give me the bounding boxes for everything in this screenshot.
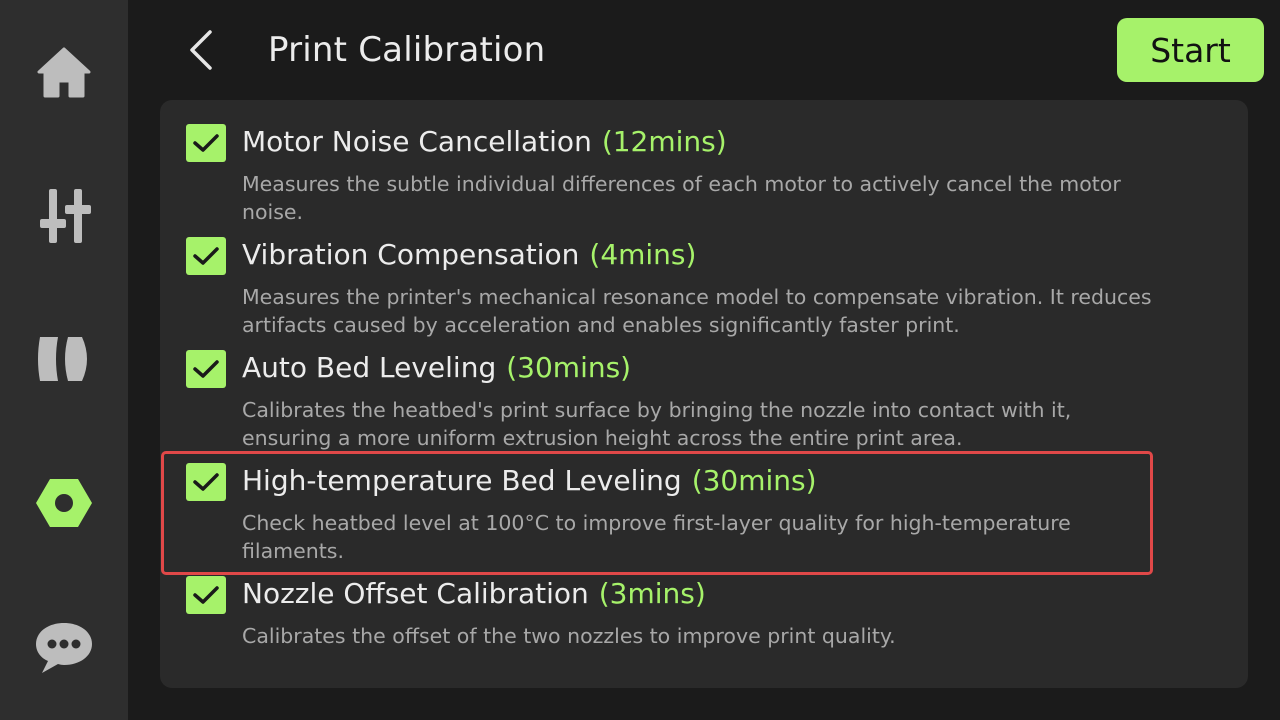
item-duration: (3mins) — [598, 577, 706, 610]
item-title: Auto Bed Leveling (30mins) — [242, 348, 631, 388]
sliders-icon — [40, 189, 91, 243]
start-button[interactable]: Start — [1117, 18, 1264, 82]
item-duration: (12mins) — [601, 125, 727, 158]
sidebar-item-filament[interactable] — [24, 319, 104, 399]
item-duration: (4mins) — [589, 238, 697, 271]
checkmark-icon — [193, 247, 219, 265]
checkbox[interactable] — [186, 350, 226, 388]
item-duration: (30mins) — [691, 464, 817, 497]
item-title: Nozzle Offset Calibration (3mins) — [242, 574, 706, 614]
checkmark-icon — [193, 134, 219, 152]
sidebar-item-messages[interactable] — [24, 607, 104, 687]
page-title: Print Calibration — [268, 30, 546, 70]
filament-spool-icon — [38, 337, 87, 381]
checkmark-icon — [193, 473, 219, 491]
chevron-left-icon — [190, 30, 212, 70]
item-title: Motor Noise Cancellation (12mins) — [242, 122, 727, 162]
hex-nut-icon — [36, 479, 92, 527]
checkbox[interactable] — [186, 237, 226, 275]
item-description: Calibrates the offset of the two nozzles… — [242, 624, 896, 648]
checkmark-icon — [193, 360, 219, 378]
item-name: Auto Bed Leveling — [242, 351, 497, 384]
item-name: High-temperature Bed Leveling — [242, 464, 682, 497]
item-name: Vibration Compensation — [242, 238, 580, 271]
printer-screen: Print Calibration Start Motor Noise Canc… — [0, 0, 1280, 720]
sidebar — [0, 0, 128, 720]
checkbox[interactable] — [186, 124, 226, 162]
home-icon — [37, 47, 91, 98]
back-button[interactable] — [176, 22, 226, 78]
sidebar-item-calibration[interactable] — [24, 463, 104, 543]
calibration-list: Motor Noise Cancellation (12mins) Measure… — [160, 100, 1248, 688]
item-title: Vibration Compensation (4mins) — [242, 235, 696, 275]
calibration-item-high-temp-bed-leveling[interactable]: High-temperature Bed Leveling (30mins) Ch… — [160, 439, 1248, 563]
item-duration: (30mins) — [506, 351, 632, 384]
sidebar-item-home[interactable] — [24, 32, 104, 112]
calibration-item-motor-noise[interactable]: Motor Noise Cancellation (12mins) Measure… — [160, 100, 1248, 224]
checkbox[interactable] — [186, 576, 226, 614]
checkmark-icon — [193, 586, 219, 604]
item-title: High-temperature Bed Leveling (30mins) — [242, 461, 817, 501]
calibration-item-nozzle-offset[interactable]: Nozzle Offset Calibration (3mins) Calibra… — [160, 552, 1248, 664]
checkbox[interactable] — [186, 463, 226, 501]
sidebar-item-controls[interactable] — [24, 175, 104, 255]
calibration-item-auto-bed-leveling[interactable]: Auto Bed Leveling (30mins) Calibrates the… — [160, 326, 1248, 450]
item-name: Motor Noise Cancellation — [242, 125, 592, 158]
item-name: Nozzle Offset Calibration — [242, 577, 589, 610]
chat-bubble-icon — [36, 623, 92, 673]
calibration-item-vibration[interactable]: Vibration Compensation (4mins) Measures t… — [160, 213, 1248, 337]
